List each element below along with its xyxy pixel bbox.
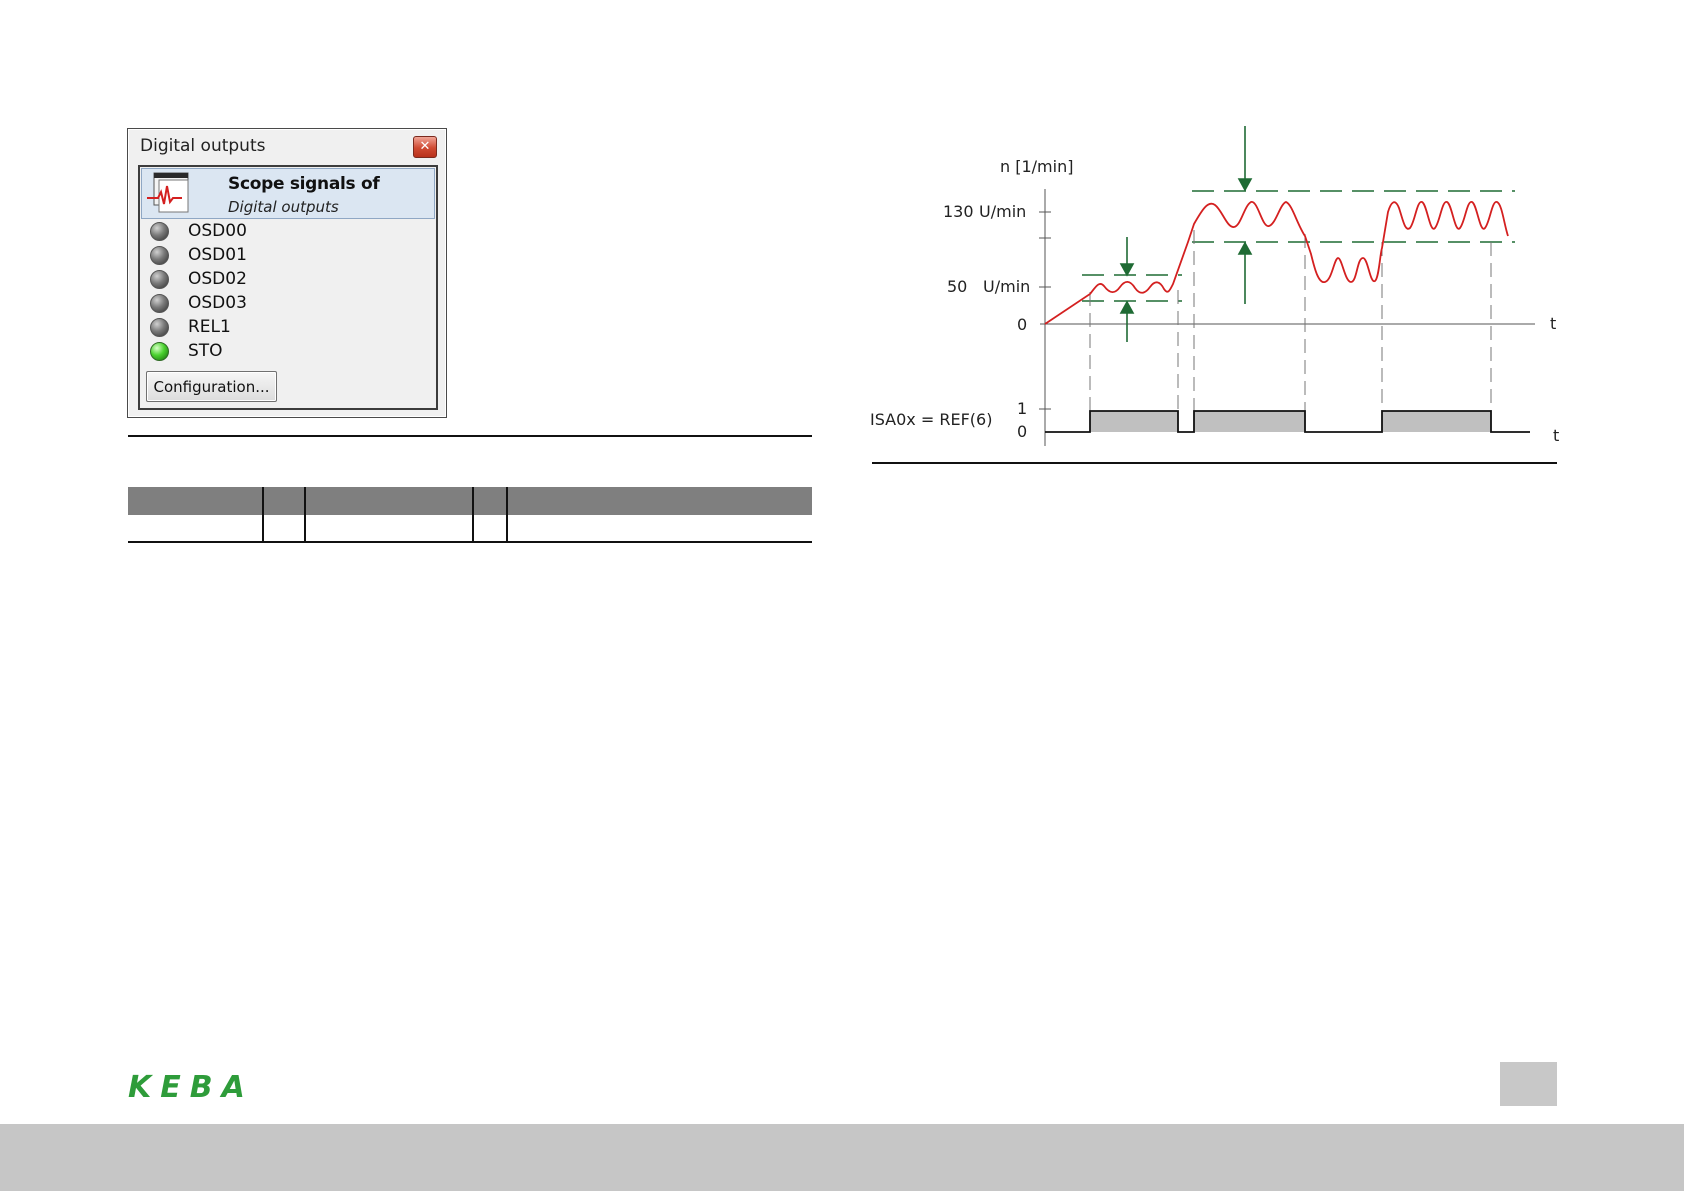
parameter-table [128,487,812,543]
table-cell [304,515,473,543]
table-row [128,515,812,543]
led-off-icon [150,294,169,313]
signal-label: ISA0x = REF(6) [870,410,992,429]
table-cell [128,515,263,543]
scope-title: Scope signals of [228,174,380,194]
output-label: STO [188,341,223,361]
signal-high-block [1382,411,1491,432]
signal-high-blocks [1090,411,1491,432]
scope-signals-header[interactable]: Scope signals of Digital outputs [141,168,435,219]
window-title: Digital outputs [140,136,266,156]
speed-tick-130-unit: U/min [979,202,1026,221]
divider-right [872,462,1557,464]
signal-high-block [1194,411,1305,432]
output-row-rel1: REL1 [150,317,350,339]
digital-outputs-window: Digital outputs ✕ Scope signals of Digit… [127,128,447,418]
speed-tick-130: 130 [943,202,974,221]
output-row-osd03: OSD03 [150,293,350,315]
speed-axis-label: n [1/min] [1000,157,1073,176]
close-icon[interactable]: ✕ [413,136,437,158]
led-off-icon [150,318,169,337]
speed-tick-0: 0 [1017,315,1027,334]
signal-high-block [1090,411,1178,432]
signal-level-1: 1 [1017,399,1027,418]
table-header-cell [304,487,473,515]
output-row-osd00: OSD00 [150,221,350,243]
output-label: OSD02 [188,269,247,289]
table-header-cell [506,487,812,515]
table-header-row [128,487,812,515]
signal-level-0: 0 [1017,422,1027,441]
table-header-cell [128,487,263,515]
output-label: OSD00 [188,221,247,241]
led-on-icon [150,342,169,361]
table-cell [506,515,812,543]
speed-window-diagram: n [1/min] 130 U/min 50 U/min 0 t 1 0 ISA… [870,126,1559,456]
output-label: OSD03 [188,293,247,313]
led-off-icon [150,246,169,265]
output-label: OSD01 [188,245,247,265]
speed-time-label: t [1550,314,1556,333]
scope-signal-icon [147,172,189,213]
keba-logo: KEBA [128,1072,254,1100]
divider-left [128,435,812,437]
speed-tick-50-unit: U/min [983,277,1030,296]
table-cell [262,515,305,543]
led-off-icon [150,270,169,289]
output-row-sto: STO [150,341,350,363]
output-label: REL1 [188,317,231,337]
table-cell [472,515,507,543]
diagram-background [875,128,1555,456]
footer-bar [0,1124,1684,1191]
speed-tick-50: 50 [947,277,967,296]
output-row-osd02: OSD02 [150,269,350,291]
scope-subtitle: Digital outputs [228,198,339,216]
output-row-osd01: OSD01 [150,245,350,267]
outputs-panel: Scope signals of Digital outputs OSD00 O… [138,165,438,410]
page-number-box [1500,1062,1557,1106]
logo-text: KEBA [128,1072,254,1100]
signal-time-label: t [1553,426,1559,445]
configuration-button[interactable]: Configuration... [146,371,277,402]
table-header-cell [262,487,305,515]
table-header-cell [472,487,507,515]
led-off-icon [150,222,169,241]
